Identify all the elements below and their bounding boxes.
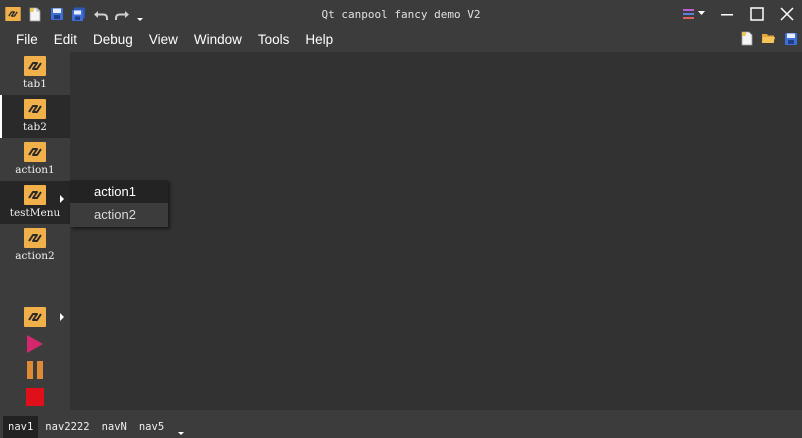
menu-window[interactable]: Window <box>186 28 250 52</box>
app-window: Qt canpool fancy demo V2 File Edit Debug… <box>0 0 802 438</box>
customize-toolbar-icon[interactable] <box>136 6 144 23</box>
sidebar-item-action2[interactable]: action2 <box>0 224 70 267</box>
new-file-icon[interactable] <box>26 6 43 23</box>
sidebar-item-label: testMenu <box>9 207 61 219</box>
menu-file[interactable]: File <box>0 28 46 52</box>
pause-icon[interactable] <box>24 360 46 380</box>
close-icon[interactable] <box>772 0 802 28</box>
stop-icon[interactable] <box>24 387 46 407</box>
submenu-arrow-icon <box>60 313 64 321</box>
chain-link-icon <box>24 99 46 119</box>
new-file-icon[interactable] <box>738 30 755 47</box>
submenu-arrow-icon <box>60 195 64 203</box>
test-submenu-popup: action1 action2 <box>70 180 168 227</box>
chain-link-icon <box>24 228 46 248</box>
menu-help[interactable]: Help <box>297 28 341 52</box>
window-controls <box>678 0 802 28</box>
save-all-icon[interactable] <box>70 6 87 23</box>
minimize-icon[interactable] <box>712 0 742 28</box>
popup-item-action2[interactable]: action2 <box>70 203 168 226</box>
open-folder-icon[interactable] <box>760 30 777 47</box>
menu-view[interactable]: View <box>141 28 186 52</box>
sidebar-item-label: tab1 <box>23 78 47 90</box>
redo-icon[interactable] <box>114 6 131 23</box>
sidebar-item-tab1[interactable]: tab1 <box>0 52 70 95</box>
save-icon[interactable] <box>48 6 65 23</box>
mode-sidebar: tab1 tab2 action1 testMenu action2 <box>0 52 70 410</box>
nav-more-dropdown-icon[interactable] <box>177 416 187 438</box>
menu-debug[interactable]: Debug <box>85 28 141 52</box>
menu-bar: File Edit Debug View Window Tools Help <box>0 28 802 52</box>
chain-link-icon <box>24 307 46 327</box>
quick-access-bar <box>0 6 144 23</box>
save-icon[interactable] <box>782 30 799 47</box>
chain-link-icon <box>24 185 46 205</box>
chain-link-icon <box>24 56 46 76</box>
sidebar-item-tab2[interactable]: tab2 <box>0 95 70 138</box>
undo-icon[interactable] <box>92 6 109 23</box>
nav-tab-nav1[interactable]: nav1 <box>3 416 39 438</box>
popup-item-action1[interactable]: action1 <box>70 180 168 203</box>
chain-link-icon <box>24 142 46 162</box>
main-content-area <box>70 52 802 410</box>
sidebar-item-testmenu[interactable]: testMenu <box>0 181 70 224</box>
title-bar: Qt canpool fancy demo V2 <box>0 0 802 28</box>
nav-bar: nav1 nav2222 navN nav5 <box>0 410 802 438</box>
menu-toolbar <box>738 30 799 47</box>
play-icon[interactable] <box>24 334 46 354</box>
menu-tools[interactable]: Tools <box>250 28 298 52</box>
sidebar-item-label: action2 <box>15 250 55 262</box>
maximize-icon[interactable] <box>742 0 772 28</box>
sidebar-item-label: tab2 <box>23 121 47 133</box>
app-logo-icon <box>4 6 21 23</box>
sidebar-item-label: action1 <box>15 164 55 176</box>
nav-tab-nav5[interactable]: nav5 <box>134 416 169 438</box>
nav-tab-navn[interactable]: navN <box>97 416 132 438</box>
sidebar-menu-button[interactable] <box>0 304 70 330</box>
skin-menu-icon[interactable] <box>678 0 712 28</box>
nav-tab-nav2222[interactable]: nav2222 <box>40 416 94 438</box>
sidebar-item-action1[interactable]: action1 <box>0 138 70 181</box>
menu-edit[interactable]: Edit <box>46 28 85 52</box>
